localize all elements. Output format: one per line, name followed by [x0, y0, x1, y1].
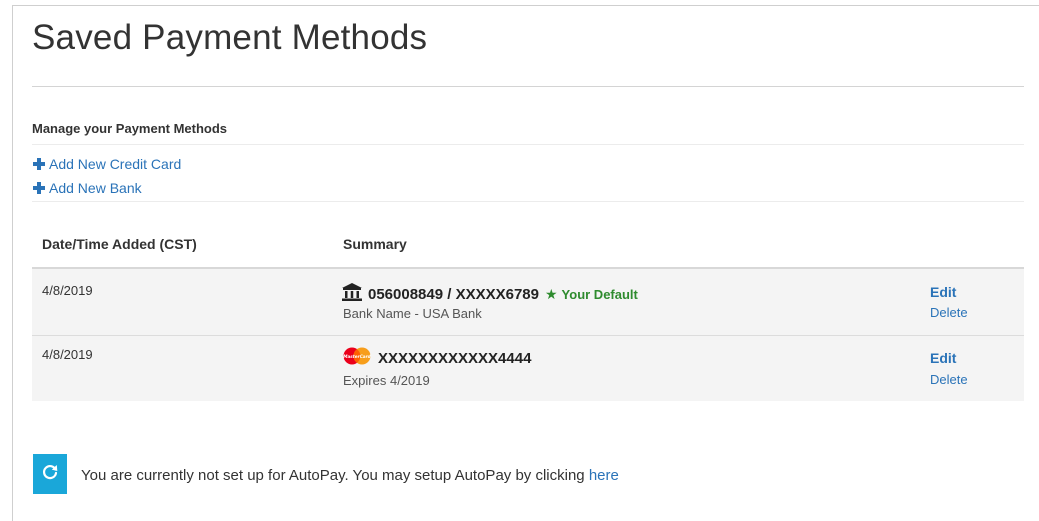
delete-link[interactable]: Delete	[930, 305, 968, 320]
column-header-summary: Summary	[343, 236, 407, 252]
section-divider	[32, 144, 1024, 145]
page-frame	[12, 5, 1039, 521]
mastercard-logo-text: MasterCard	[343, 354, 371, 359]
account-detail: Bank Name - USA Bank	[343, 306, 482, 321]
row-date: 4/8/2019	[42, 347, 93, 362]
page-title: Saved Payment Methods	[32, 18, 428, 57]
edit-link[interactable]: Edit	[930, 284, 956, 300]
plus-icon	[33, 182, 45, 194]
section-heading: Manage your Payment Methods	[32, 121, 228, 136]
refresh-icon	[41, 463, 59, 486]
title-divider	[32, 86, 1024, 87]
row-summary: MasterCard XXXXXXXXXXXX4444	[342, 347, 531, 369]
delete-link[interactable]: Delete	[930, 372, 968, 387]
edit-link[interactable]: Edit	[930, 350, 956, 366]
autopay-message-text: You are currently not set up for AutoPay…	[81, 467, 589, 484]
autopay-message: You are currently not set up for AutoPay…	[81, 467, 619, 484]
star-icon: ★	[544, 285, 558, 302]
table-row: 4/8/2019 MasterCard XXXXXXXXXXXX4444 Exp…	[32, 336, 1024, 401]
row-summary: 056008849 / XXXXX6789 ★ Your Default	[342, 283, 638, 305]
row-date: 4/8/2019	[42, 283, 93, 298]
add-bank-label: Add New Bank	[49, 180, 142, 196]
table-row: 4/8/2019 056008849 / XXXXX6789 ★ Your De…	[32, 269, 1024, 335]
plus-icon	[33, 158, 45, 170]
mastercard-icon: MasterCard	[342, 347, 372, 369]
add-credit-card-label: Add New Credit Card	[49, 156, 182, 172]
card-summary: XXXXXXXXXXXX4444	[378, 349, 532, 367]
add-bank-link[interactable]: Add New Bank	[33, 180, 142, 196]
autopay-button[interactable]	[33, 454, 67, 494]
card-detail: Expires 4/2019	[343, 373, 430, 388]
account-summary: 056008849 / XXXXX6789	[368, 285, 539, 303]
column-header-date: Date/Time Added (CST)	[42, 236, 197, 252]
autopay-here-link[interactable]: here	[589, 467, 619, 484]
actions-divider	[32, 201, 1024, 202]
add-credit-card-link[interactable]: Add New Credit Card	[33, 156, 181, 172]
bank-icon	[342, 283, 362, 305]
default-badge: ★ Your Default	[545, 286, 638, 303]
default-label: Your Default	[561, 286, 638, 302]
